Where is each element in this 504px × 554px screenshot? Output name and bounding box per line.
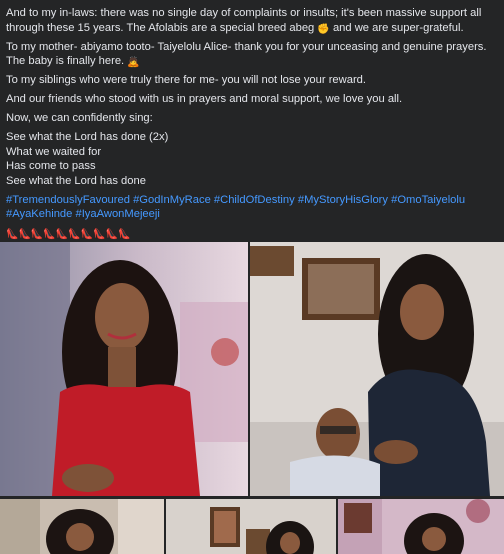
hashtag-link[interactable]: #AyaKehinde [6,208,72,220]
high-heel-shoe-icon-row: 👠👠👠👠👠👠👠👠👠👠 [6,226,498,241]
photo-thumb-3[interactable] [0,499,164,554]
high-heel-shoe-icon: 👠 [105,229,119,240]
song-line: See what the Lord has done (2x) [6,131,169,143]
post-paragraph-friends: And our friends who stood with us in pra… [6,93,403,105]
hashtag-link[interactable]: #ChildOfDestiny [214,194,295,206]
high-heel-shoe-icon: 👠 [18,229,31,240]
hashtag-link[interactable]: #IyaAwonMejeeji [75,208,159,220]
high-heel-shoe-icon: 👠 [30,229,44,240]
post-paragraph-sing: Now, we can confidently sing: [6,112,153,124]
post-paragraph-siblings: To my siblings who were truly there for … [6,74,366,86]
photo-icon [166,499,336,554]
song-line: What we waited for [6,145,102,158]
post-paragraph-inlaws: And to my in-laws: there was no single d… [6,6,498,35]
photo-couple-maternity[interactable] [250,242,504,496]
hashtag-link[interactable]: #TremendouslyFavoured [6,194,130,206]
photo-thumb-4[interactable] [166,499,336,554]
photo-thumb-5[interactable] [338,499,504,554]
hashtag-link[interactable]: #GodInMyRace [133,194,211,206]
high-heel-shoe-icon: 👠 [68,229,81,240]
paragraph-text: To my mother- abiyamo tooto- Taiyelolu A… [6,40,487,68]
photo-woman-red-top[interactable] [0,242,248,496]
post-body: And to my in-laws: there was no single d… [6,6,498,241]
praying-person-icon: 🙇 [127,57,140,68]
paragraph-tail: and we are super-grateful. [329,21,464,34]
high-heel-shoe-icon: 👠 [118,229,131,240]
photo-grid [0,242,504,554]
fist-bump-icon: ✊ [317,23,330,35]
hashtag-list: #TremendouslyFavoured #GodInMyRace #Chil… [6,193,498,222]
high-heel-shoe-icon: 👠 [93,229,106,240]
high-heel-shoe-icon: 👠 [6,229,19,240]
high-heel-shoe-icon: 👠 [55,229,69,240]
song-lyrics: See what the Lord has done (2x) What we … [6,130,498,188]
song-line: See what the Lord has done [6,174,146,187]
hashtag-link[interactable]: #MyStoryHisGlory [298,194,388,206]
photo-icon [0,499,164,554]
hashtag-link[interactable]: #OmoTaiyelolu [391,194,465,206]
photo-icon [0,242,248,496]
song-line: Has come to pass [6,160,96,172]
high-heel-shoe-icon: 👠 [43,229,56,240]
high-heel-shoe-icon: 👠 [80,229,94,240]
photo-icon [338,499,504,554]
photo-icon [250,242,504,496]
post-paragraph-mother: To my mother- abiyamo tooto- Taiyelolu A… [6,40,498,69]
